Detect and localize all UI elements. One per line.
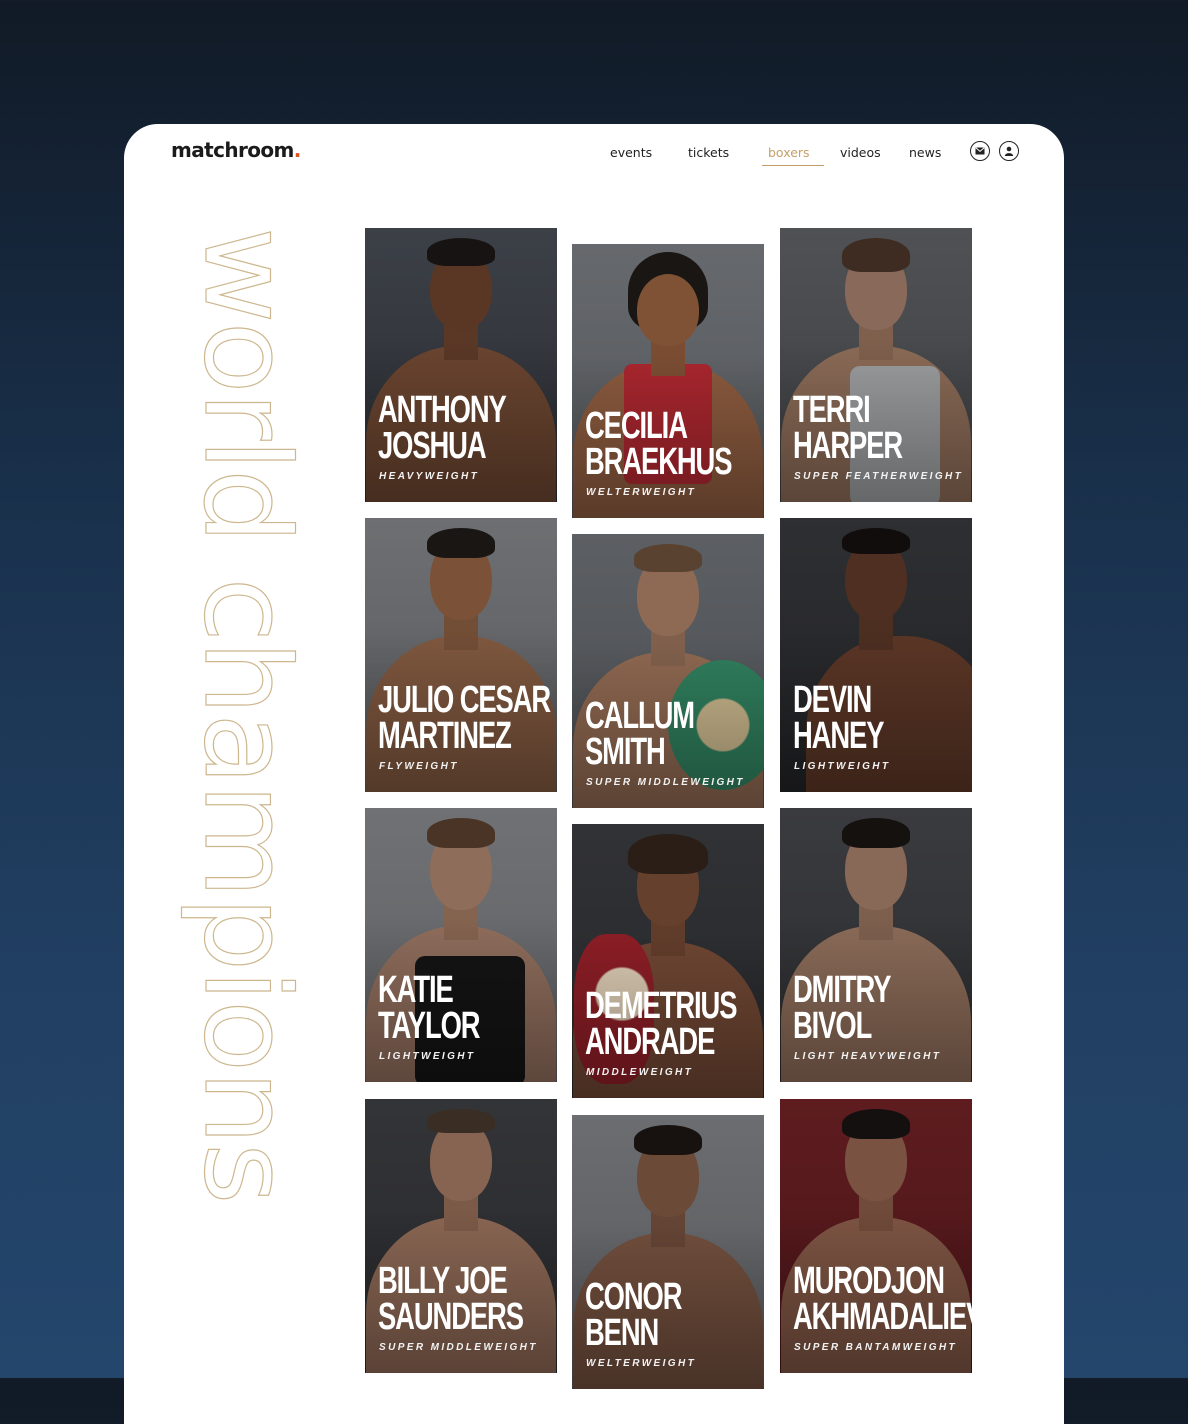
boxer-division: SUPER MIDDLEWEIGHT (586, 777, 745, 788)
boxer-first-name: ANTHONY (378, 389, 507, 431)
boxer-first-name: MURODJON (793, 1260, 945, 1302)
boxer-first-name: CALLUM (585, 695, 695, 737)
boxer-card-demetrius-andrade[interactable]: DEMETRIUS ANDRADE MIDDLEWEIGHT (572, 824, 764, 1098)
boxer-last-name: ANDRADE (585, 1021, 715, 1063)
nav-news[interactable]: news (909, 145, 941, 160)
boxer-card-dmitry-bivol[interactable]: DMITRY BIVOL LIGHT HEAVYWEIGHT (780, 808, 972, 1082)
boxer-card-cecilia-braekhus[interactable]: CECILIA BRAEKHUS WELTERWEIGHT (572, 244, 764, 518)
boxer-division: FLYWEIGHT (379, 761, 459, 772)
boxer-first-name: DMITRY (793, 969, 891, 1011)
boxer-last-name: BIVOL (793, 1005, 872, 1047)
boxer-first-name: DEMETRIUS (585, 985, 737, 1027)
boxer-division: SUPER FEATHERWEIGHT (794, 471, 964, 482)
boxer-name: DEVIN HANEY (793, 679, 921, 757)
boxer-first-name: CONOR (585, 1276, 683, 1318)
account-button[interactable] (999, 141, 1019, 161)
mail-button[interactable] (970, 141, 990, 161)
boxer-division: MIDDLEWEIGHT (586, 1067, 694, 1078)
boxer-name: ANTHONY JOSHUA (378, 389, 507, 467)
site-window: matchroom. events tickets boxers videos … (124, 124, 1064, 1424)
boxer-card-anthony-joshua[interactable]: ANTHONY JOSHUA HEAVYWEIGHT (365, 228, 557, 502)
nav-events[interactable]: events (610, 145, 652, 160)
boxer-first-name: KATIE (378, 969, 454, 1011)
boxer-card-billy-joe-saunders[interactable]: BILLY JOE SAUNDERS SUPER MIDDLEWEIGHT (365, 1099, 557, 1373)
boxer-card-julio-cesar-martinez[interactable]: JULIO CESAR MARTINEZ FLYWEIGHT (365, 518, 557, 792)
boxer-division: LIGHTWEIGHT (794, 761, 891, 772)
nav-tickets[interactable]: tickets (688, 145, 729, 160)
boxer-last-name: MARTINEZ (378, 715, 512, 757)
boxer-first-name: JULIO CESAR (378, 679, 551, 721)
boxer-card-devin-haney[interactable]: DEVIN HANEY LIGHTWEIGHT (780, 518, 972, 792)
boxer-name: TERRI HARPER (793, 389, 921, 467)
boxer-card-katie-taylor[interactable]: KATIE TAYLOR LIGHTWEIGHT (365, 808, 557, 1082)
boxer-card-murodjon-akhmadaliev[interactable]: MURODJON AKHMADALIEV SUPER BANTAMWEIGHT (780, 1099, 972, 1373)
boxer-division: WELTERWEIGHT (586, 487, 697, 498)
boxer-division: LIGHT HEAVYWEIGHT (794, 1051, 942, 1062)
mail-icon (975, 147, 985, 155)
page-title: world champions (177, 226, 316, 1203)
boxer-card-terri-harper[interactable]: TERRI HARPER SUPER FEATHERWEIGHT (780, 228, 972, 502)
boxer-name: DMITRY BIVOL (793, 969, 921, 1047)
boxer-first-name: TERRI (793, 389, 871, 431)
nav-boxers[interactable]: boxers (762, 145, 823, 166)
boxer-last-name: TAYLOR (378, 1005, 481, 1047)
boxer-first-name: BILLY JOE (378, 1260, 508, 1302)
main-nav: events tickets boxers videos news (124, 145, 1064, 166)
boxer-division: WELTERWEIGHT (586, 1358, 697, 1369)
boxer-name: BILLY JOE SAUNDERS (378, 1260, 524, 1338)
boxer-last-name: AKHMADALIEV (793, 1296, 972, 1338)
boxer-last-name: SMITH (585, 731, 666, 773)
boxer-last-name: HANEY (793, 715, 884, 757)
user-icon (1004, 146, 1014, 156)
boxer-name: DEMETRIUS ANDRADE (585, 985, 737, 1063)
boxer-division: SUPER BANTAMWEIGHT (794, 1342, 958, 1353)
boxer-last-name: SAUNDERS (378, 1296, 524, 1338)
boxer-division: SUPER MIDDLEWEIGHT (379, 1342, 538, 1353)
boxer-name: KATIE TAYLOR (378, 969, 506, 1047)
boxer-last-name: HARPER (793, 425, 903, 467)
boxer-name: CALLUM SMITH (585, 695, 713, 773)
boxer-division: HEAVYWEIGHT (379, 471, 480, 482)
boxer-first-name: DEVIN (793, 679, 872, 721)
boxer-name: JULIO CESAR MARTINEZ (378, 679, 551, 757)
boxer-card-callum-smith[interactable]: CALLUM SMITH SUPER MIDDLEWEIGHT (572, 534, 764, 808)
boxer-last-name: JOSHUA (378, 425, 487, 467)
boxer-name: CECILIA BRAEKHUS (585, 405, 732, 483)
boxer-name: MURODJON AKHMADALIEV (793, 1260, 972, 1338)
boxer-card-conor-benn[interactable]: CONOR BENN WELTERWEIGHT (572, 1115, 764, 1389)
boxer-division: LIGHTWEIGHT (379, 1051, 476, 1062)
boxer-name: CONOR BENN (585, 1276, 713, 1354)
boxer-last-name: BRAEKHUS (585, 441, 732, 483)
nav-videos[interactable]: videos (840, 145, 881, 160)
boxer-last-name: BENN (585, 1312, 659, 1354)
boxer-first-name: CECILIA (585, 405, 688, 447)
